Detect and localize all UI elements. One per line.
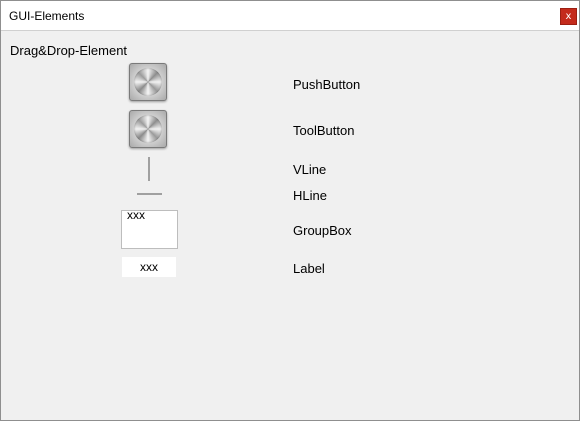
vline-element[interactable] <box>148 157 150 181</box>
toolbutton-element[interactable] <box>129 110 167 148</box>
metal-knob-icon <box>134 68 162 96</box>
hline-element[interactable] <box>137 193 162 195</box>
groupbox-preview-text: xxx <box>127 208 145 222</box>
groupbox-label: GroupBox <box>293 223 352 238</box>
pushbutton-element[interactable] <box>129 63 167 101</box>
toolbutton-label: ToolButton <box>293 123 355 138</box>
groupbox-element[interactable]: xxx <box>121 208 178 249</box>
label-label: Label <box>293 261 325 276</box>
close-icon: x <box>565 11 572 22</box>
window-title: GUI-Elements <box>9 9 85 23</box>
section-title: Drag&Drop-Element <box>10 43 128 58</box>
label-element[interactable]: xxx <box>122 257 176 277</box>
hline-label: HLine <box>293 188 327 203</box>
pushbutton-label: PushButton <box>293 77 361 92</box>
metal-knob-icon <box>134 115 162 143</box>
vline-label: VLine <box>293 162 327 177</box>
title-bar[interactable]: GUI-Elements x <box>1 1 579 31</box>
gui-elements-window: GUI-Elements x Drag&Drop-Element PushBut… <box>0 0 580 421</box>
close-button[interactable]: x <box>560 8 577 25</box>
